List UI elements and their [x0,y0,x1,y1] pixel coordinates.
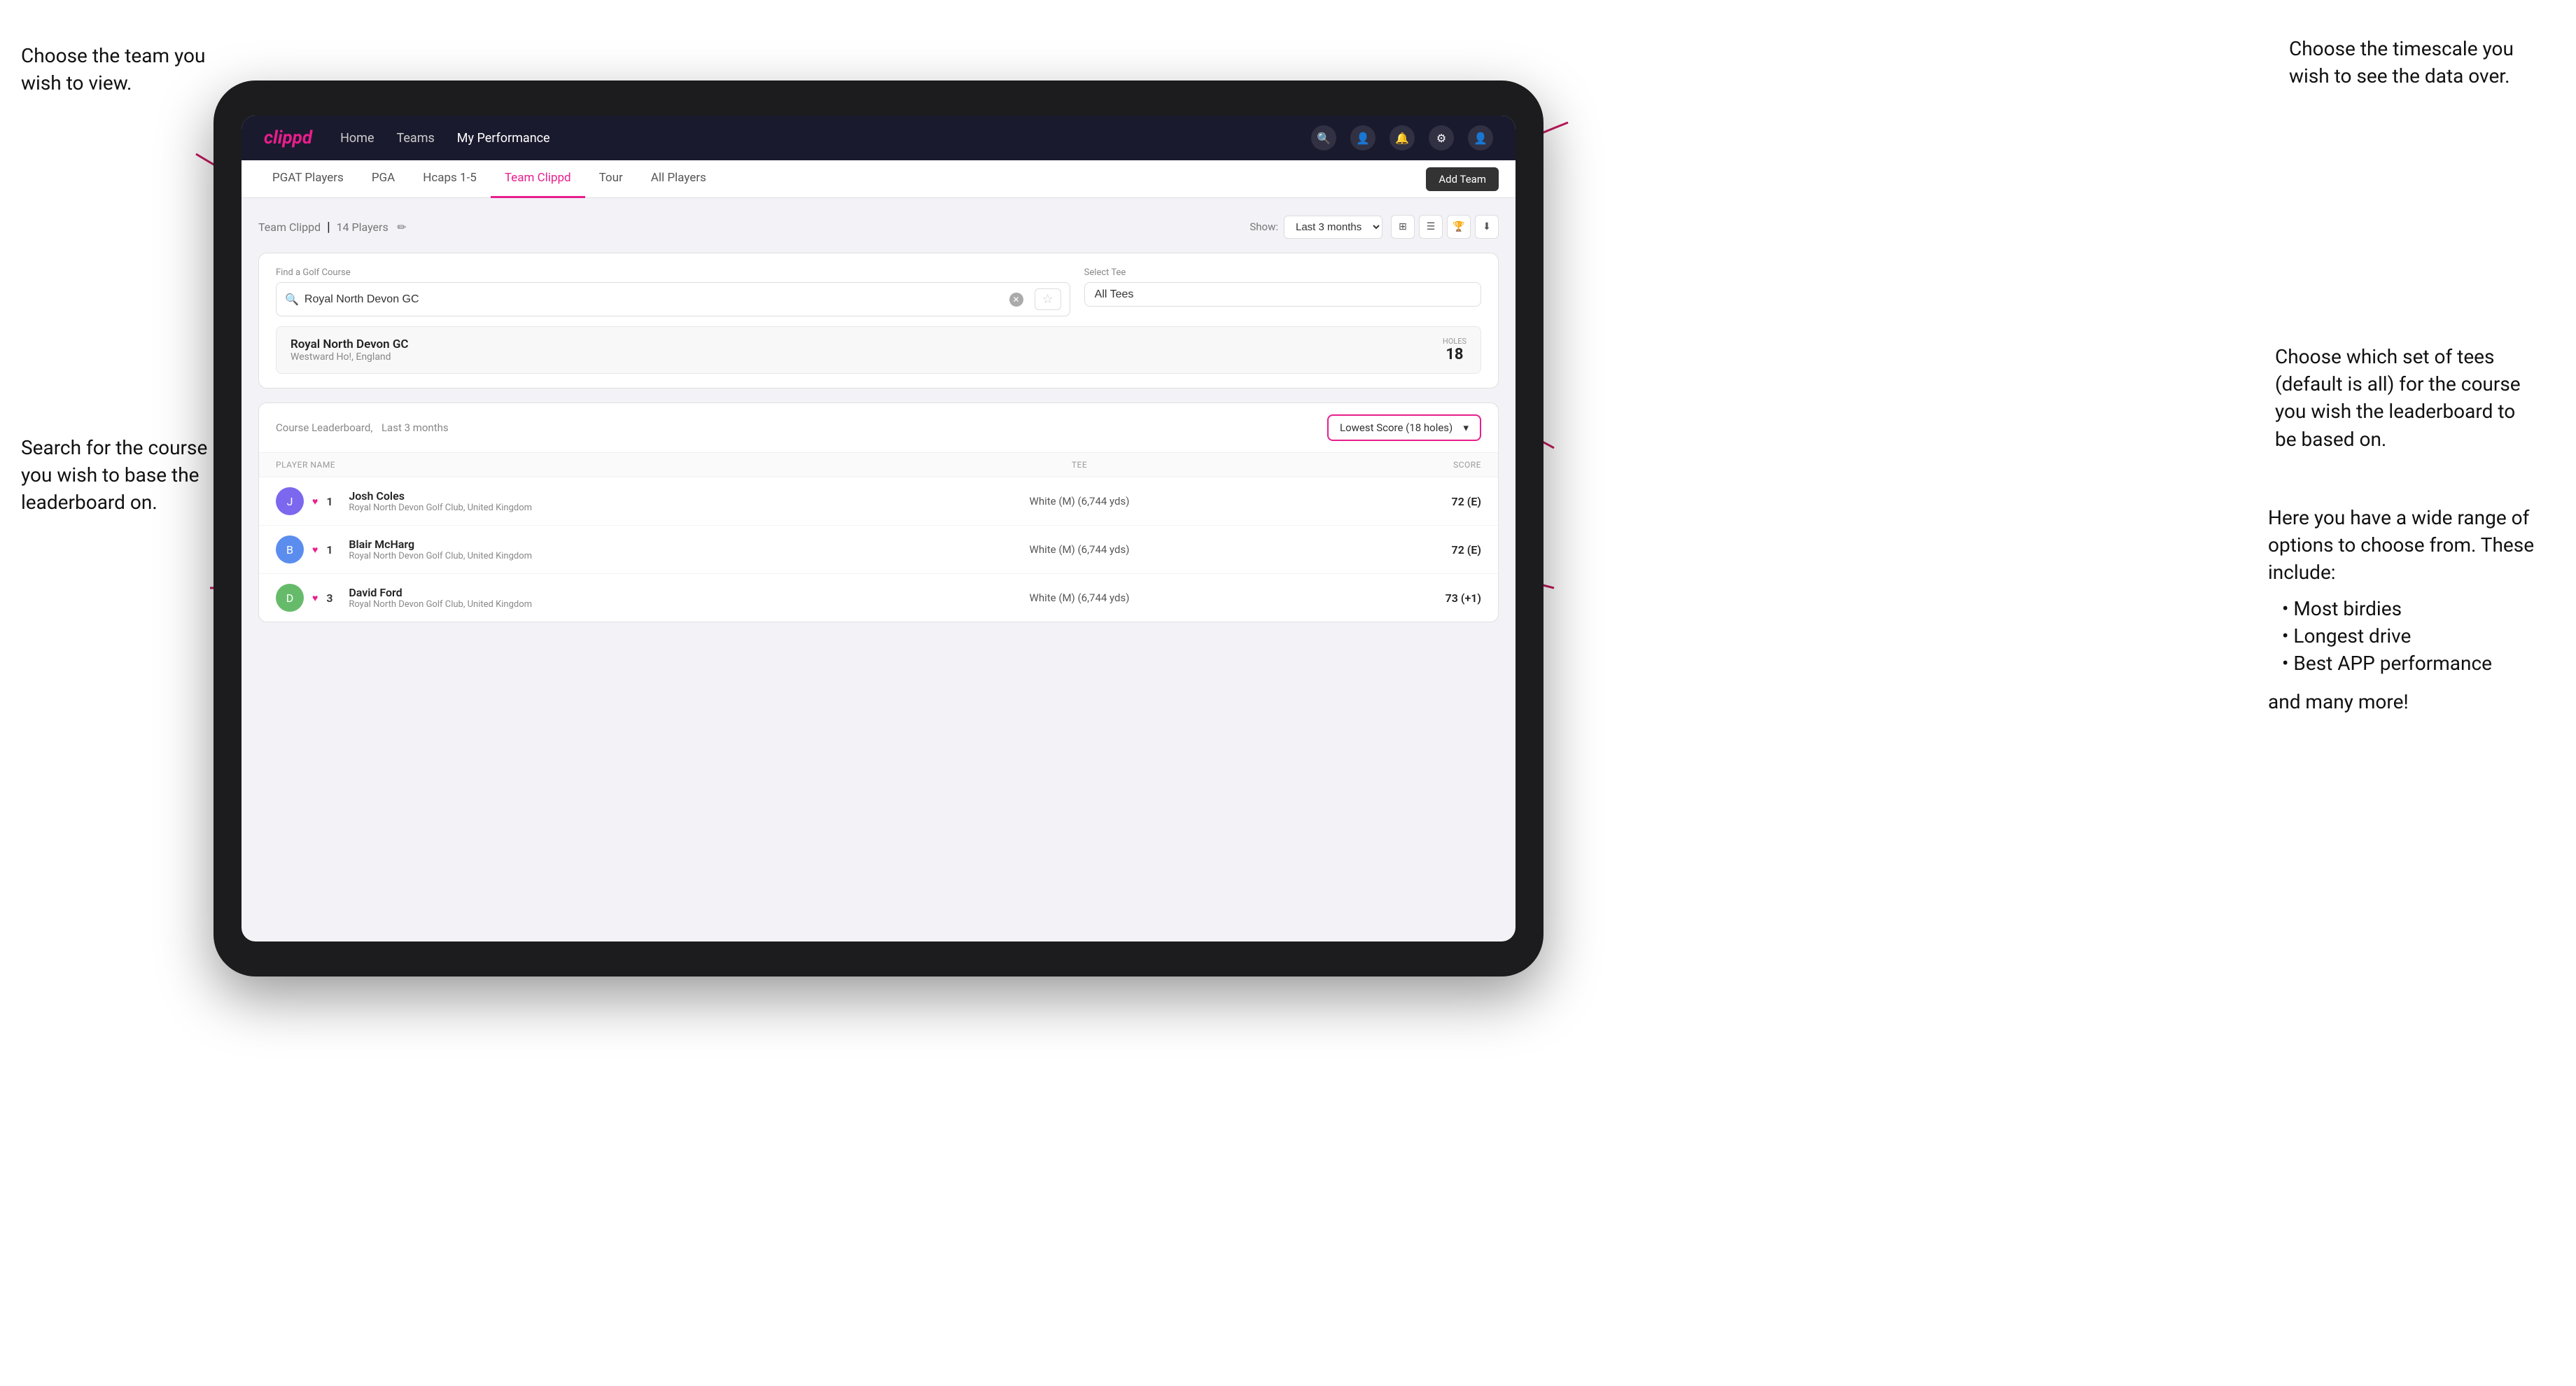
player-name: Blair McHarg [349,538,532,551]
table-row: D ♥ 3 David Ford Royal North Devon Golf … [259,574,1498,622]
list-view-icon[interactable]: ☰ [1419,215,1443,239]
profile-icon[interactable]: 👤 [1350,125,1376,150]
heart-icon[interactable]: ♥ [312,592,318,604]
annotation-top-right: Choose the timescale you wish to see the… [2289,35,2555,90]
search-icon: 🔍 [285,293,299,306]
show-label: Show: [1250,220,1278,233]
search-row: Find a Golf Course 🔍 ✕ ☆ Select Tee All … [276,267,1481,316]
tee-value: White (M) (6,744 yds) [878,495,1280,507]
top-navigation: clippd Home Teams My Performance 🔍 👤 🔔 ⚙… [241,115,1516,160]
search-icon[interactable]: 🔍 [1311,125,1336,150]
player-info: Blair McHarg Royal North Devon Golf Club… [349,538,532,561]
course-location: Westward Ho!, England [290,351,1443,363]
holes-badge: Holes 18 [1443,337,1466,363]
nav-teams[interactable]: Teams [397,131,435,146]
subnav-pgat-players[interactable]: PGAT Players [258,160,358,198]
player-club: Royal North Devon Golf Club, United King… [349,503,532,513]
col-tee: TEE [878,460,1280,470]
leaderboard-title: Course Leaderboard, Last 3 months [276,421,1327,435]
annotation-bottom-left: Search for the course you wish to base t… [21,434,231,517]
nav-my-performance[interactable]: My Performance [457,131,550,146]
player-club: Royal North Devon Golf Club, United King… [349,551,532,561]
player-col: J ♥ 1 Josh Coles Royal North Devon Golf … [276,487,878,515]
nav-icons: 🔍 👤 🔔 ⚙ 👤 [1311,125,1493,150]
find-course-group: Find a Golf Course 🔍 ✕ ☆ [276,267,1070,316]
settings-icon[interactable]: ⚙ [1429,125,1454,150]
score-value: 72 (E) [1280,495,1481,508]
course-search-input-wrap: 🔍 ✕ ☆ [276,282,1070,316]
rank-number: 1 [326,543,340,556]
tee-select[interactable]: All Tees [1084,282,1481,307]
team-header: Team Clippd | 14 Players ✏ Show: Last 3 … [258,215,1499,239]
trophy-icon[interactable]: 🏆 [1447,215,1471,239]
subnav-all-players[interactable]: All Players [637,160,720,198]
avatar: B [276,536,304,564]
player-name: David Ford [349,586,532,599]
annotation-top-left: Choose the team you wish to view. [21,42,217,97]
heart-icon[interactable]: ♥ [312,496,318,507]
view-icons: ⊞ ☰ 🏆 ⬇ [1391,215,1499,239]
search-section: Find a Golf Course 🔍 ✕ ☆ Select Tee All … [258,253,1499,388]
subnav-tour[interactable]: Tour [585,160,637,198]
tee-select-label: Select Tee [1084,267,1481,278]
find-course-label: Find a Golf Course [276,267,1070,278]
subnav-pga[interactable]: PGA [358,160,409,198]
player-name: Josh Coles [349,489,532,503]
nav-links: Home Teams My Performance [340,131,1311,146]
course-name: Royal North Devon GC [290,337,1443,351]
player-info: David Ford Royal North Devon Golf Club, … [349,586,532,610]
course-info: Royal North Devon GC Westward Ho!, Engla… [290,337,1443,363]
sub-navigation: PGAT Players PGA Hcaps 1-5 Team Clippd T… [241,160,1516,198]
col-player-name: PLAYER NAME [276,460,878,470]
show-select[interactable]: Last 3 months [1284,216,1382,239]
annotation-bottom-right: Here you have a wide range of options to… [2268,504,2562,715]
rank-number: 1 [326,495,340,508]
holes-label: Holes [1443,337,1466,346]
subnav-hcaps[interactable]: Hcaps 1-5 [409,160,491,198]
score-value: 72 (E) [1280,543,1481,556]
add-team-button[interactable]: Add Team [1426,167,1499,191]
main-content: Team Clippd | 14 Players ✏ Show: Last 3 … [241,198,1516,941]
avatar: D [276,584,304,612]
player-club: Royal North Devon Golf Club, United King… [349,599,532,610]
player-col: D ♥ 3 David Ford Royal North Devon Golf … [276,584,878,612]
subnav-team-clippd[interactable]: Team Clippd [491,160,585,198]
clear-search-button[interactable]: ✕ [1009,293,1023,307]
grid-view-icon[interactable]: ⊞ [1391,215,1415,239]
nav-home[interactable]: Home [340,131,374,146]
table-row: B ♥ 1 Blair McHarg Royal North Devon Gol… [259,526,1498,574]
avatar: J [276,487,304,515]
tee-value: White (M) (6,744 yds) [878,592,1280,604]
tee-value: White (M) (6,744 yds) [878,543,1280,556]
app-logo: clippd [264,127,312,148]
player-col: B ♥ 1 Blair McHarg Royal North Devon Gol… [276,536,878,564]
team-title: Team Clippd | 14 Players ✏ [258,220,1250,234]
score-filter-select[interactable]: Lowest Score (18 holes) ▾ [1327,414,1481,441]
score-value: 73 (+1) [1280,592,1481,605]
annotation-mid-right: Choose which set of tees (default is all… [2275,343,2569,453]
tee-select-group: Select Tee All Tees [1084,267,1481,316]
leaderboard-section: Course Leaderboard, Last 3 months Lowest… [258,402,1499,622]
favorite-button[interactable]: ☆ [1035,288,1061,310]
table-header: PLAYER NAME TEE SCORE [259,453,1498,477]
options-list: Most birdies Longest drive Best APP perf… [2268,595,2562,678]
holes-count: 18 [1443,346,1466,363]
player-info: Josh Coles Royal North Devon Golf Club, … [349,489,532,513]
heart-icon[interactable]: ♥ [312,544,318,556]
leaderboard-header: Course Leaderboard, Last 3 months Lowest… [259,403,1498,453]
rank-number: 3 [326,592,340,605]
avatar-icon[interactable]: 👤 [1468,125,1493,150]
edit-team-icon[interactable]: ✏ [397,220,406,234]
course-result: Royal North Devon GC Westward Ho!, Engla… [276,326,1481,374]
course-search-input[interactable] [304,293,1009,306]
tablet-device: clippd Home Teams My Performance 🔍 👤 🔔 ⚙… [214,80,1544,976]
notification-icon[interactable]: 🔔 [1390,125,1415,150]
tablet-screen: clippd Home Teams My Performance 🔍 👤 🔔 ⚙… [241,115,1516,941]
download-icon[interactable]: ⬇ [1475,215,1499,239]
table-row: J ♥ 1 Josh Coles Royal North Devon Golf … [259,477,1498,526]
col-score: SCORE [1280,460,1481,470]
